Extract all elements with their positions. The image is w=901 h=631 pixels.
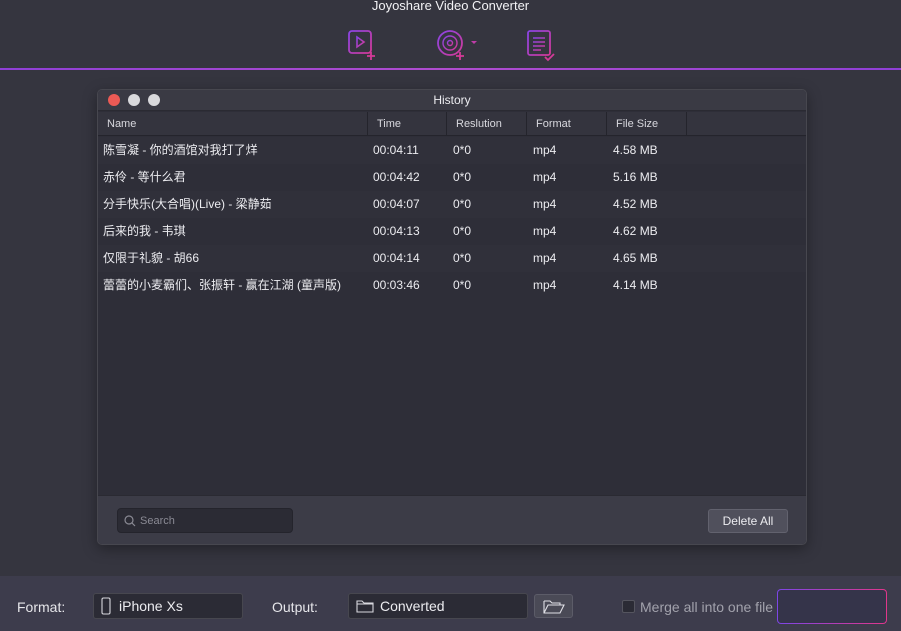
history-window: History Name Time Reslution Format File … (97, 89, 807, 545)
cell-resolution: 0*0 (453, 251, 472, 265)
table-row[interactable]: 赤伶 - 等什么君 00:04:42 0*0 mp4 5.16 MB (98, 164, 806, 191)
format-value: iPhone Xs (119, 598, 183, 614)
format-selector[interactable]: iPhone Xs (93, 593, 243, 619)
history-footer: Delete All (98, 495, 806, 544)
table-row[interactable]: 陈雪凝 - 你的酒馆对我打了烊 00:04:11 0*0 mp4 4.58 MB (98, 137, 806, 164)
toolbar-divider (0, 68, 901, 70)
cell-name: 仅限于礼貌 - 胡66 (103, 251, 200, 265)
column-header-time[interactable]: Time (368, 112, 447, 136)
cell-file-size: 4.14 MB (613, 278, 658, 292)
cell-format: mp4 (533, 278, 557, 292)
cell-time: 00:04:11 (373, 143, 419, 157)
cell-time: 00:04:14 (373, 251, 420, 265)
history-button[interactable] (525, 28, 559, 62)
cell-name: 蕾蕾的小麦霸们、张振轩 - 赢在江湖 (童声版) (103, 278, 341, 292)
search-box[interactable] (117, 508, 293, 533)
cell-name: 后来的我 - 韦琪 (103, 224, 186, 238)
browse-folder-button[interactable] (534, 594, 573, 618)
history-list-icon (527, 30, 555, 62)
cell-time: 00:04:42 (373, 170, 420, 184)
history-title: History (433, 93, 471, 107)
history-table: 陈雪凝 - 你的酒馆对我打了烊 00:04:11 0*0 mp4 4.58 MB… (98, 137, 806, 495)
cell-time: 00:04:07 (373, 197, 420, 211)
cell-file-size: 4.65 MB (613, 251, 658, 265)
table-header: Name Time Reslution Format File Size (98, 112, 806, 136)
cell-name: 分手快乐(大合唱)(Live) - 梁静茹 (103, 197, 272, 211)
cell-format: mp4 (533, 251, 557, 265)
column-header-format[interactable]: Format (527, 112, 607, 136)
cell-format: mp4 (533, 224, 557, 238)
phone-icon (101, 597, 111, 615)
folder-icon (356, 600, 374, 613)
add-dvd-icon (437, 30, 477, 60)
search-input[interactable] (140, 514, 290, 527)
column-header-resolution[interactable]: Reslution (447, 112, 527, 136)
cell-format: mp4 (533, 143, 557, 157)
cell-resolution: 0*0 (453, 197, 472, 211)
cell-resolution: 0*0 (453, 143, 472, 157)
search-icon (124, 514, 136, 526)
table-row[interactable]: 仅限于礼貌 - 胡66 00:04:14 0*0 mp4 4.65 MB (98, 245, 806, 272)
open-folder-icon (542, 599, 565, 614)
history-titlebar[interactable]: History (98, 90, 806, 111)
output-path-field[interactable]: Converted (348, 593, 528, 619)
table-row[interactable]: 分手快乐(大合唱)(Live) - 梁静茹 00:04:07 0*0 mp4 4… (98, 191, 806, 218)
cell-file-size: 5.16 MB (613, 170, 658, 184)
main-toolbar (0, 22, 901, 68)
column-header-name[interactable]: Name (98, 112, 368, 136)
cell-format: mp4 (533, 170, 557, 184)
convert-button[interactable] (777, 589, 887, 624)
delete-all-button[interactable]: Delete All (708, 509, 788, 533)
merge-checkbox[interactable] (622, 600, 635, 613)
cell-resolution: 0*0 (453, 278, 472, 292)
bottom-bar: Format: iPhone Xs Output: Converted Merg… (0, 576, 901, 631)
output-label: Output: (272, 599, 318, 615)
column-header-empty (687, 112, 806, 136)
cell-time: 00:04:13 (373, 224, 420, 238)
cell-file-size: 4.52 MB (613, 197, 658, 211)
cell-format: mp4 (533, 197, 557, 211)
format-label: Format: (17, 599, 66, 615)
merge-label: Merge all into one file (640, 599, 774, 615)
table-row[interactable]: 后来的我 - 韦琪 00:04:13 0*0 mp4 4.62 MB (98, 218, 806, 245)
cell-resolution: 0*0 (453, 170, 472, 184)
cell-file-size: 4.58 MB (613, 143, 658, 157)
cell-name: 赤伶 - 等什么君 (103, 170, 186, 184)
add-video-button[interactable] (345, 28, 379, 62)
output-value: Converted (380, 598, 445, 614)
cell-resolution: 0*0 (453, 224, 472, 238)
add-video-icon (348, 30, 375, 60)
app-title: Joyoshare Video Converter (371, 0, 530, 13)
cell-time: 00:03:46 (373, 278, 420, 292)
table-row[interactable]: 蕾蕾的小麦霸们、张振轩 - 赢在江湖 (童声版) 00:03:46 0*0 mp… (98, 272, 806, 299)
add-dvd-button[interactable] (434, 28, 480, 62)
cell-name: 陈雪凝 - 你的酒馆对我打了烊 (103, 143, 258, 157)
cell-file-size: 4.62 MB (613, 224, 658, 238)
column-header-file-size[interactable]: File Size (607, 112, 687, 136)
